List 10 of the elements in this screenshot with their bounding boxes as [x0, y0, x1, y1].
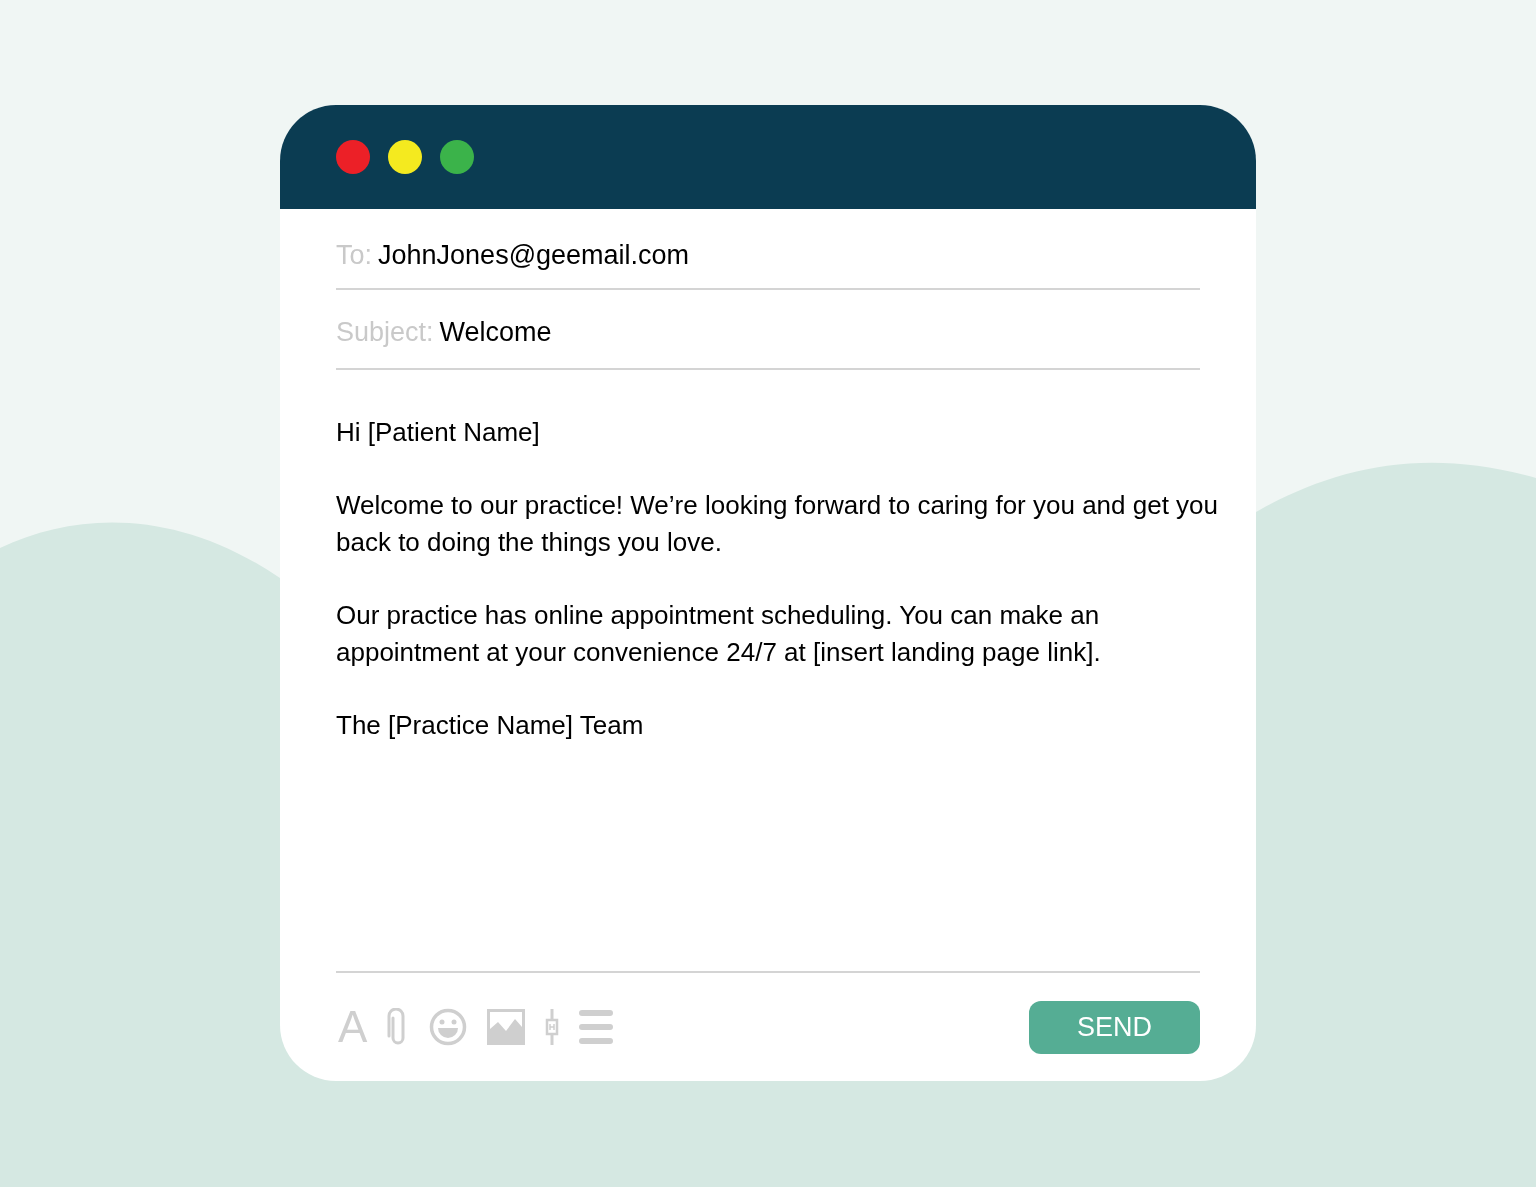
- message-paragraph: Welcome to our practice! We’re looking forward to caring for you and get you back to doing the things you love.: [336, 489, 1220, 559]
- signature-icon[interactable]: [545, 1008, 560, 1046]
- smiley-icon[interactable]: [429, 1008, 468, 1046]
- field-value: JohnJones@geemail.com: [378, 239, 690, 272]
- image-icon[interactable]: [487, 1009, 526, 1045]
- field-value: Welcome: [439, 315, 552, 349]
- message-paragraph: Hi [Patient Name]: [336, 416, 541, 449]
- menu-icon[interactable]: [579, 1009, 614, 1045]
- message-paragraph: Our practice has online appointment scheduling. You can make an appointment at your convenience 24/7 at [insert landing page link].: [336, 599, 1102, 669]
- message-paragraph: The [Practice Name] Team: [336, 709, 645, 742]
